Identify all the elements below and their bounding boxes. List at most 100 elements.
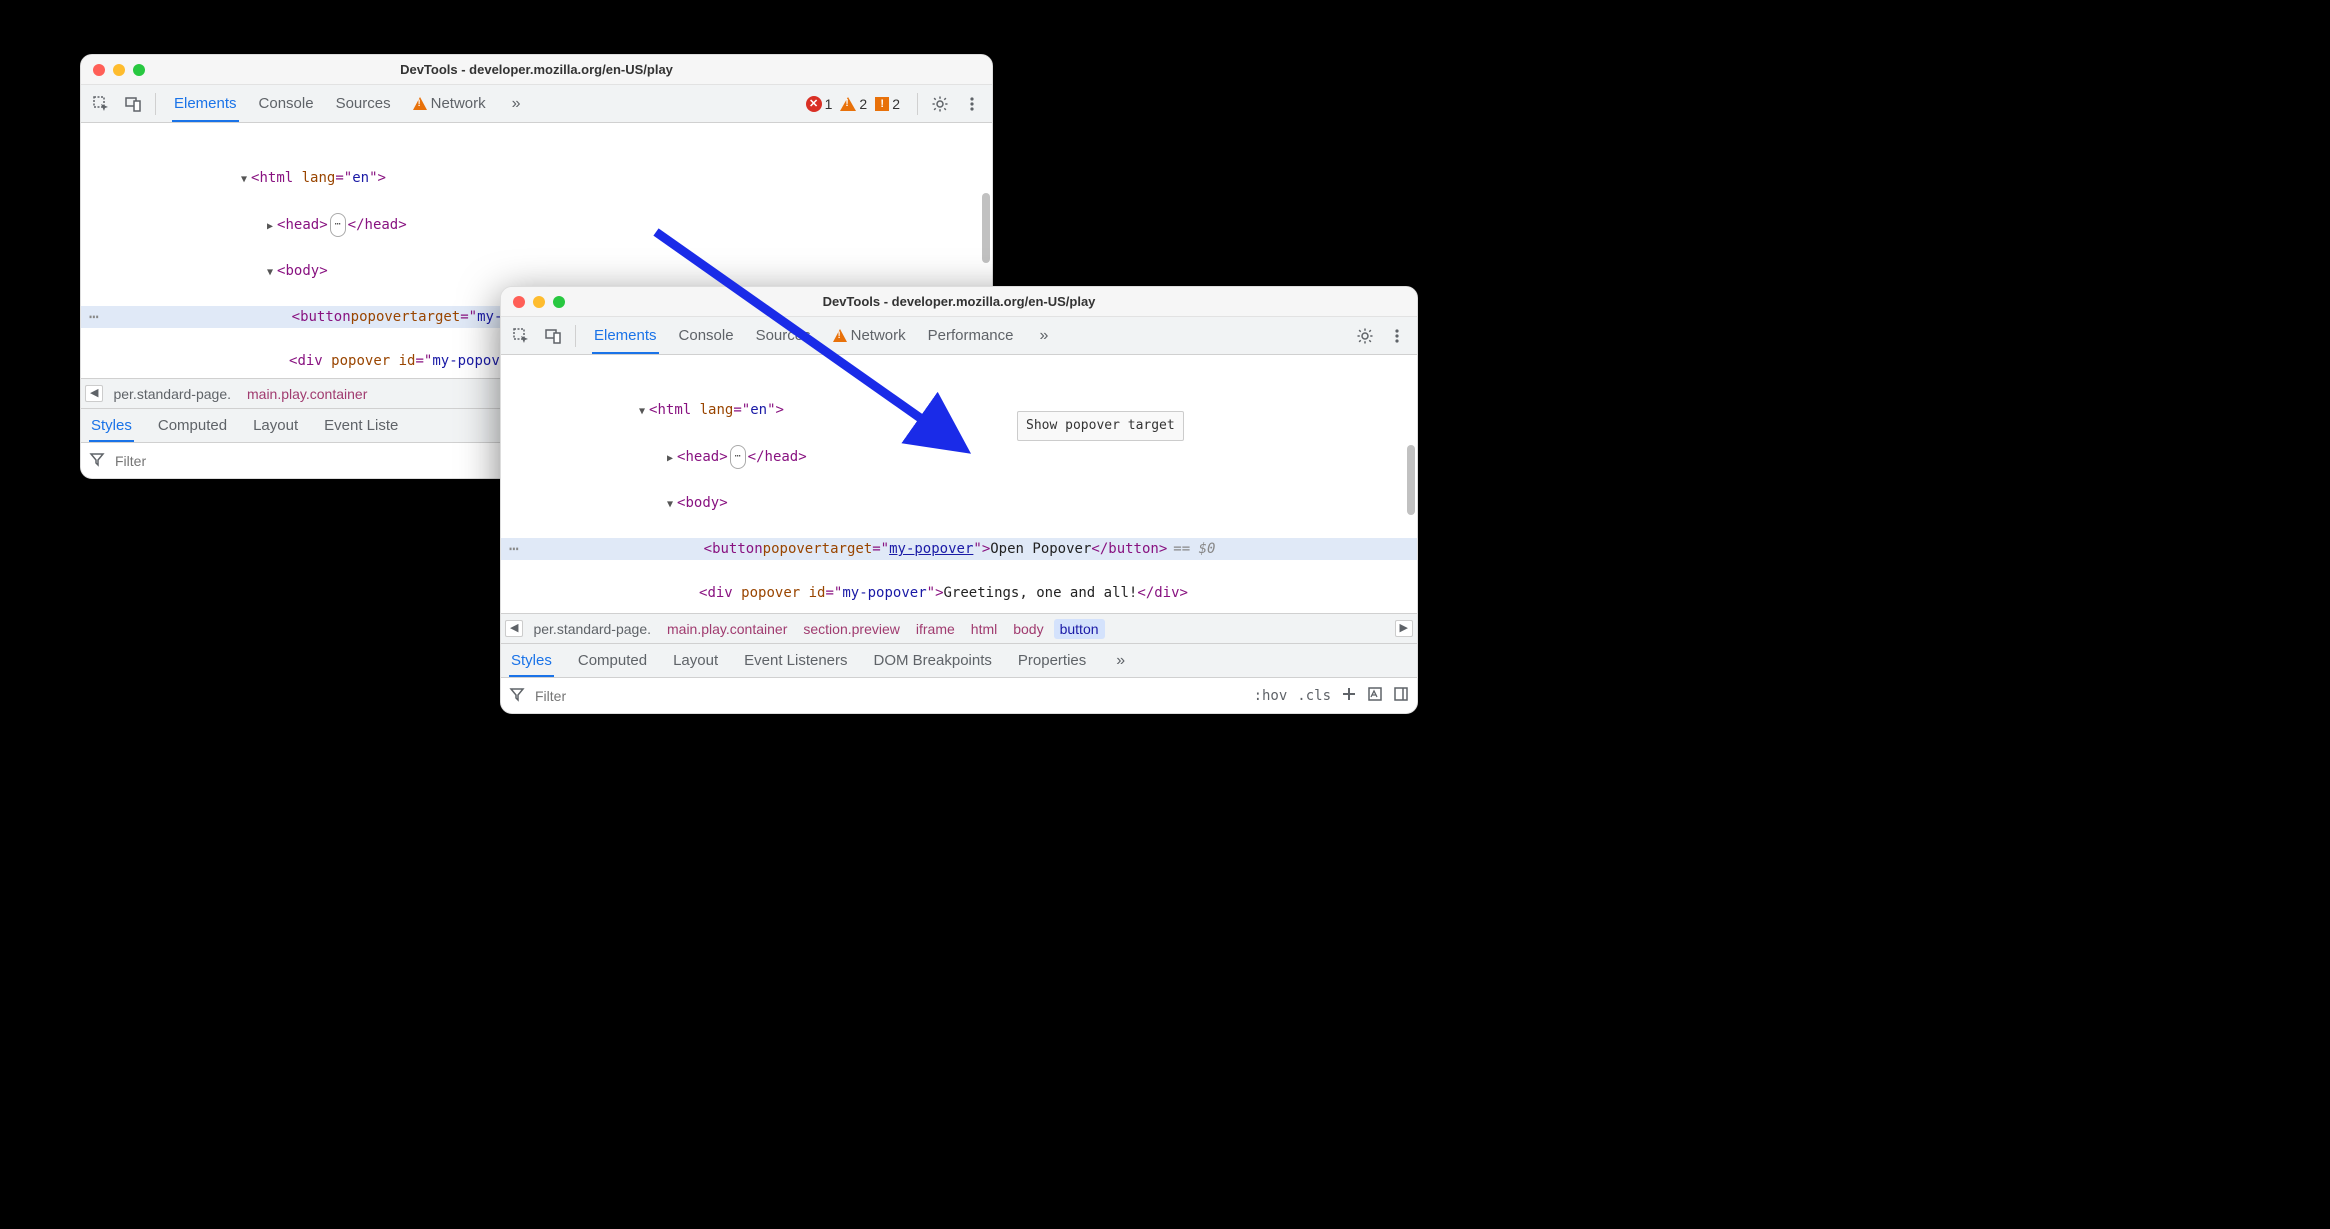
styles-subtabs: Styles Computed Layout Event Listeners D… [501,643,1417,677]
tabs-overflow-icon[interactable]: » [506,95,527,113]
tabs-overflow-icon[interactable]: » [1034,327,1055,345]
window-title: DevTools - developer.mozilla.org/en-US/p… [81,62,992,77]
kebab-menu-icon[interactable] [958,90,986,118]
subtab-layout[interactable]: Layout [671,646,720,675]
panel-tabs: Elements Console Sources Network » [172,85,793,122]
dom-node-button-selected[interactable]: ⋯<button popovertarget="my-popover">Open… [501,538,1417,560]
scrollbar-thumb[interactable] [1407,445,1415,515]
tab-sources[interactable]: Sources [754,319,813,352]
dom-node-head[interactable]: <head>⋯</head> [81,213,992,238]
subtab-event-listeners[interactable]: Event Listeners [742,646,849,675]
tab-network[interactable]: Network [411,87,488,120]
scrollbar-thumb[interactable] [982,193,990,263]
subtab-styles[interactable]: Styles [89,411,134,442]
warning-count: 2 [859,96,867,112]
breadcrumb-item[interactable]: iframe [910,619,961,639]
breadcrumb-item[interactable]: per.standard-page. [527,619,657,639]
warning-icon [840,97,856,111]
issue-icon: ! [875,97,889,111]
subtab-computed[interactable]: Computed [576,646,649,675]
breadcrumb-item[interactable]: body [1007,619,1049,639]
popovertarget-link[interactable]: my-popover [889,538,973,560]
gear-icon[interactable] [1351,322,1379,350]
dom-node-html[interactable]: <html lang="en"> [501,399,1417,423]
collapsed-ellipsis-icon[interactable]: ⋯ [330,213,346,237]
cls-toggle[interactable]: .cls [1297,688,1331,704]
kebab-menu-icon[interactable] [1383,322,1411,350]
device-toggle-icon[interactable] [119,90,147,118]
breadcrumb-item[interactable]: html [965,619,1003,639]
close-window-button[interactable] [513,296,525,308]
breadcrumb-scroll-left-icon[interactable]: ◀ [85,385,103,402]
subtab-styles[interactable]: Styles [509,646,554,677]
subtab-computed[interactable]: Computed [156,411,229,440]
tooltip-show-popover-target: Show popover target [1017,411,1184,441]
console-badges[interactable]: ✕1 2 !2 [797,96,909,112]
tab-network[interactable]: Network [831,319,908,352]
breadcrumb-item[interactable]: per.standard-page. [107,384,237,404]
gear-icon[interactable] [926,90,954,118]
minimize-window-button[interactable] [533,296,545,308]
tab-performance[interactable]: Performance [926,319,1016,352]
error-icon: ✕ [806,96,822,112]
titlebar: DevTools - developer.mozilla.org/en-US/p… [81,55,992,85]
breadcrumb-item[interactable]: main.play.container [661,619,793,639]
dom-node-body[interactable]: <body> [501,492,1417,516]
filter-input[interactable] [533,687,1246,705]
tab-elements[interactable]: Elements [172,87,239,122]
gutter-actions-icon[interactable]: ⋯ [89,306,104,328]
breadcrumb-scroll-left-icon[interactable]: ◀ [505,620,523,637]
subtabs-overflow-icon[interactable]: » [1110,652,1131,670]
toolbar-divider [575,325,576,347]
tab-elements[interactable]: Elements [592,319,659,354]
tab-network-label: Network [851,327,906,344]
toolbar-divider [155,93,156,115]
dom-node-html[interactable]: <html lang="en"> [81,167,992,191]
dom-node-body[interactable]: <body> [81,260,992,284]
device-toggle-icon[interactable] [539,322,567,350]
panel-tabs: Elements Console Sources Network Perform… [592,317,1347,354]
zoom-window-button[interactable] [133,64,145,76]
collapsed-ellipsis-icon[interactable]: ⋯ [730,445,746,469]
devtools-window-front: DevTools - developer.mozilla.org/en-US/p… [500,286,1418,714]
computed-styles-icon[interactable] [1367,686,1383,705]
tab-console[interactable]: Console [677,319,736,352]
dom-tree[interactable]: <html lang="en"> <head>⋯</head> <body> ⋯… [501,355,1417,613]
inspect-element-icon[interactable] [87,90,115,118]
warning-icon [413,97,427,110]
breadcrumb-scroll-right-icon[interactable]: ▶ [1395,620,1413,637]
window-controls [501,296,565,308]
window-controls [81,64,145,76]
close-window-button[interactable] [93,64,105,76]
toolbar-divider [917,93,918,115]
subtab-event-listeners[interactable]: Event Liste [322,411,400,440]
tab-console[interactable]: Console [257,87,316,120]
subtab-properties[interactable]: Properties [1016,646,1088,675]
zoom-window-button[interactable] [553,296,565,308]
titlebar: DevTools - developer.mozilla.org/en-US/p… [501,287,1417,317]
new-style-rule-icon[interactable] [1341,686,1357,705]
styles-tools: :hov .cls [1254,686,1409,705]
toggle-sidebar-icon[interactable] [1393,686,1409,705]
filter-icon [509,686,525,705]
breadcrumb-bar: ◀ per.standard-page. main.play.container… [501,613,1417,643]
gutter-actions-icon[interactable]: ⋯ [509,538,524,560]
window-title: DevTools - developer.mozilla.org/en-US/p… [501,294,1417,309]
warning-icon [833,329,847,342]
dom-node-head[interactable]: <head>⋯</head> [501,445,1417,470]
breadcrumb-item[interactable]: section.preview [797,619,906,639]
subtab-layout[interactable]: Layout [251,411,300,440]
breadcrumb-item-selected[interactable]: button [1054,619,1105,639]
minimize-window-button[interactable] [113,64,125,76]
issue-count: 2 [892,96,900,112]
filter-icon [89,451,105,470]
tab-sources[interactable]: Sources [334,87,393,120]
subtab-dom-breakpoints[interactable]: DOM Breakpoints [872,646,994,675]
tab-network-label: Network [431,95,486,112]
inspect-element-icon[interactable] [507,322,535,350]
styles-filter-row: :hov .cls [501,677,1417,713]
devtools-toolbar: Elements Console Sources Network » ✕1 2 … [81,85,992,123]
dom-node-div[interactable]: <div popover id="my-popover">Greetings, … [501,582,1417,604]
breadcrumb-item[interactable]: main.play.container [241,384,373,404]
hov-toggle[interactable]: :hov [1254,688,1288,704]
